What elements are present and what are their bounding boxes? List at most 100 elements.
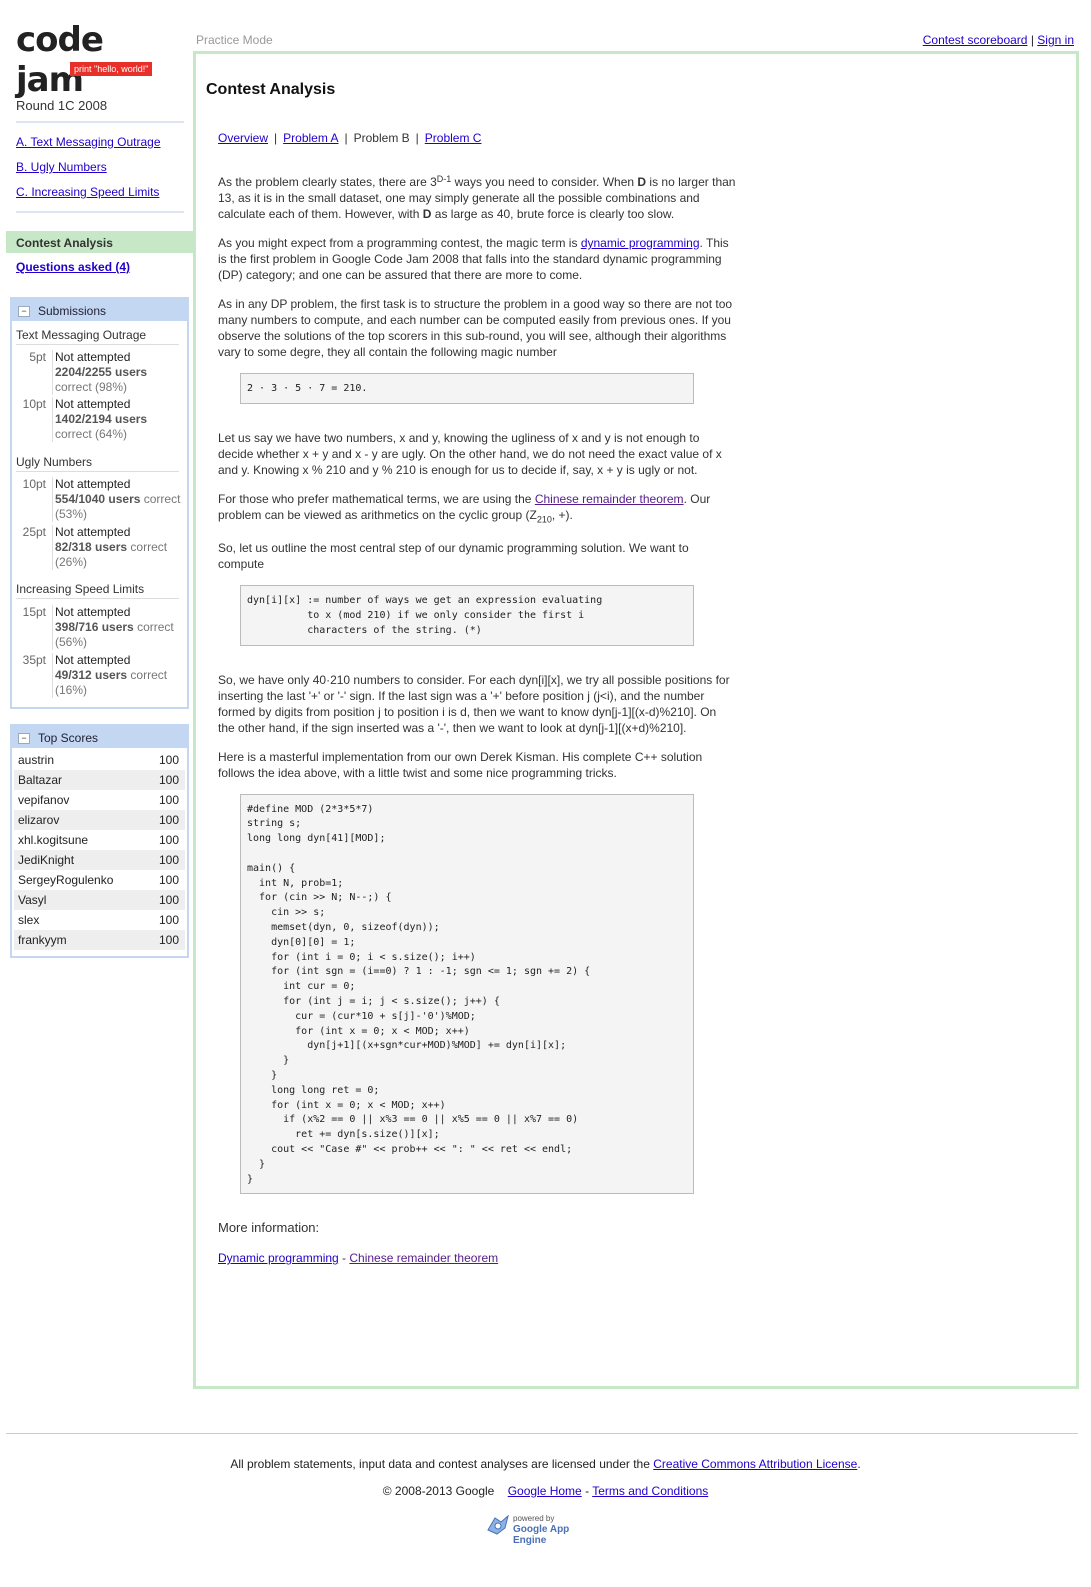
more-information-heading: More information: [218,1220,320,1236]
tab-overview[interactable]: Overview [218,131,268,145]
users-ratio: 49/312 users [55,668,128,682]
contestant-name: elizarov [18,813,60,827]
percent-correct: (16%) [55,683,88,697]
submission-detail: Not attempted 49/312 users correct (16%) [52,653,185,698]
contestant-score: 100 [158,853,179,867]
contestant-score: 100 [158,933,179,947]
top-links: Contest scoreboard | Sign in [923,33,1074,47]
submission-problem-name: Increasing Speed Limits [16,582,179,599]
divider [16,121,184,123]
paragraph: For those who prefer mathematical terms,… [218,491,711,525]
contestant-name: JediKnight [18,853,75,867]
dynamic-programming-link[interactable]: dynamic programming [581,236,700,250]
submission-detail: Not attempted 398/716 users correct (56%… [52,605,185,650]
percent-correct: (53%) [55,507,88,521]
paragraph: Let us say we have two numbers, x and y,… [218,430,722,477]
score-row: SergeyRogulenko 100 [14,870,185,890]
tab-problem-c[interactable]: Problem C [425,131,482,145]
contestant-name: SergeyRogulenko [18,873,114,887]
logo-tagline: print "hello, world!" [70,62,153,76]
score-row: JediKnight 100 [14,850,185,870]
practice-mode-label: Practice Mode [196,33,273,47]
paragraph: As in any DP problem, the first task is … [218,297,733,359]
contestant-name: Vasyl [18,893,47,907]
submission-problem-name: Text Messaging Outrage [16,328,179,345]
status: Not attempted [55,653,131,667]
status: Not attempted [55,477,131,491]
code-block-solution: #define MOD (2*3*5*7) string s; long lon… [240,793,694,1195]
nav-questions-asked[interactable]: Questions asked (4) [16,260,130,274]
app-engine-text: Google App Engine [513,1524,570,1546]
collapse-icon[interactable]: − [18,306,30,317]
problem-link-c[interactable]: C. Increasing Speed Limits [16,180,184,205]
submission-detail: Not attempted 1402/2194 users correct (6… [52,397,185,442]
paragraph: So, we have only 40·210 numbers to consi… [218,672,730,735]
contestant-score: 100 [158,813,179,827]
users-ratio: 2204/2255 users [55,365,148,379]
points: 5pt [29,350,46,364]
submission-detail: Not attempted 82/318 users correct (26%) [52,525,185,570]
problem-links: A. Text Messaging Outrage B. Ugly Number… [16,130,184,213]
analysis-content: As the problem clearly states, there are… [218,174,736,1266]
contestant-name: austrin [18,753,55,767]
paragraph: As you might expect from a programming c… [218,236,729,282]
dynamic-programming-more-link[interactable]: Dynamic programming [218,1251,339,1265]
page-title: Contest Analysis [206,81,336,98]
round-title: Round 1C 2008 [16,98,108,113]
users-ratio: 398/716 users [55,620,134,634]
app-engine-icon [487,1514,509,1535]
contestant-score: 100 [158,773,179,787]
tab-problem-a[interactable]: Problem A [283,131,338,145]
contestant-score: 100 [158,873,179,887]
exponent: D-1 [436,174,452,184]
score-row: elizarov 100 [14,810,185,830]
score-row: xhl.kogitsune 100 [14,830,185,850]
app-engine-badge[interactable]: powered by Google App Engine [485,1512,601,1546]
submission-detail: Not attempted 2204/2255 users correct (9… [52,350,185,395]
submission-detail: Not attempted 554/1040 users correct (53… [52,477,185,522]
nav-contest-analysis[interactable]: Contest Analysis [6,231,193,253]
percent-correct: correct (98%) [55,380,128,394]
top-scores-title: Top Scores [38,731,99,745]
score-row: Baltazar 100 [14,770,185,790]
correct-word: correct [137,620,174,634]
tab-separator: | [415,131,419,145]
powered-by-text: powered by [513,1514,555,1523]
chinese-remainder-theorem-more-link[interactable]: Chinese remainder theorem [349,1251,498,1265]
score-row: austrin 100 [14,750,185,770]
problem-link-a[interactable]: A. Text Messaging Outrage [16,130,184,155]
percent-correct: correct (64%) [55,427,128,441]
contestant-score: 100 [158,793,179,807]
problem-link-b[interactable]: B. Ugly Numbers [16,155,184,180]
code-block-definition: dyn[i][x] := number of ways we get an ex… [240,585,694,646]
users-ratio: 82/318 users [55,540,128,554]
contestant-name: frankyym [18,933,67,947]
top-scores-panel: − Top Scores austrin 100 Baltazar 100 vepi… [10,724,189,958]
terms-link[interactable]: Terms and Conditions [592,1484,708,1498]
paragraph: Here is a masterful implementation from … [218,749,703,780]
correct-word: correct [130,540,168,554]
percent-correct: (56%) [55,635,88,649]
google-home-link[interactable]: Google Home [508,1484,582,1498]
points: 15pt [22,605,46,619]
code-jam-logo[interactable]: code jam print "hello, world!" [16,20,176,100]
chinese-remainder-theorem-link[interactable]: Chinese remainder theorem [535,492,684,506]
contestant-score: 100 [158,753,179,767]
contestant-score: 100 [158,913,179,927]
contestant-name: xhl.kogitsune [18,833,89,847]
status: Not attempted [55,525,131,539]
sign-in-link[interactable]: Sign in [1037,33,1074,47]
license-notice: All problem statements, input data and c… [230,1457,861,1471]
percent-correct: (26%) [55,555,88,569]
score-row: frankyym 100 [14,930,185,950]
status: Not attempted [55,350,131,364]
creative-commons-link[interactable]: Creative Commons Attribution License [653,1457,857,1471]
contestant-name: vepifanov [18,793,70,807]
paragraph: So, let us outline the most central step… [218,541,689,572]
collapse-icon[interactable]: − [18,733,30,744]
separator: | [1030,33,1034,47]
score-row: vepifanov 100 [14,790,185,810]
submissions-title: Submissions [38,304,107,318]
contest-scoreboard-link[interactable]: Contest scoreboard [923,33,1028,47]
submissions-header: − Submissions [12,299,187,321]
